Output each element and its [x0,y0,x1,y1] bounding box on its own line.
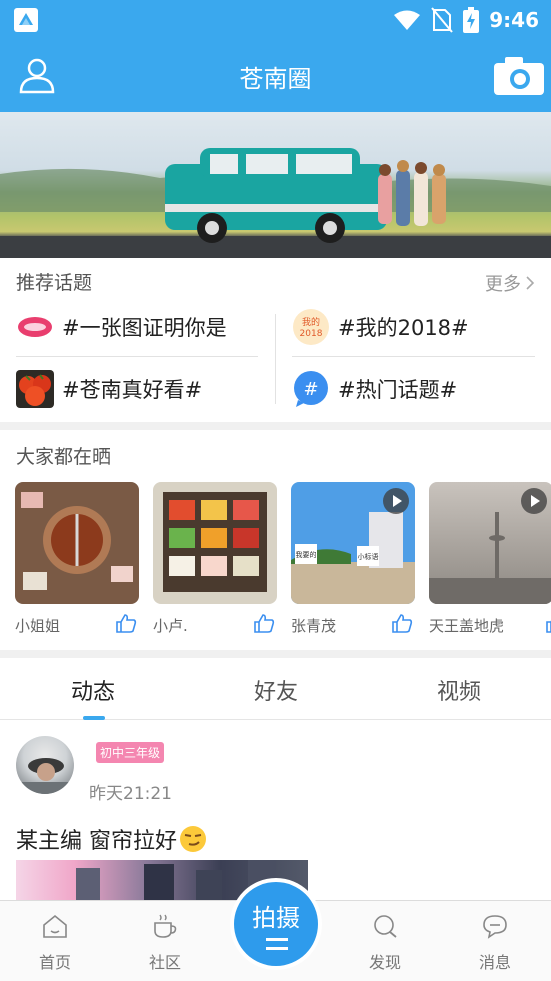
menu-lines-icon [266,938,288,950]
chevron-right-icon [526,276,535,290]
topic-item[interactable]: #一张图证明你是 [16,308,227,346]
nav-community[interactable]: 社区 [125,913,205,973]
smirk-emoji-icon [180,826,206,852]
play-icon [521,488,547,514]
grade-badge: 初中三年级 [96,742,165,763]
no-sim-icon [431,7,454,33]
nav-home[interactable]: 首页 [15,913,95,973]
topic-label: #我的2018# [338,316,469,340]
title-bar: 苍南圈 [0,40,551,112]
shoot-button[interactable]: 拍摄 [230,878,322,970]
more-link[interactable]: 更多 [485,270,535,296]
svg-text:我的: 我的 [302,316,320,328]
section-title: 推荐话题 [16,272,93,294]
lips-thumbnail [16,308,54,346]
share-card[interactable]: 天王盖地虎 [429,482,551,635]
active-tab-indicator [83,716,105,720]
tab-videos[interactable]: 视频 [399,674,519,706]
nav-label: 消息 [478,953,511,972]
divider [16,356,258,357]
van [165,148,387,243]
feed-section: 动态 好友 视频 初中三年级 昨天21:21 某主编 窗帘拉好 [0,658,551,908]
battery-charging-icon [463,7,480,33]
chat-bubble-icon [483,915,507,939]
like-thumb-icon[interactable] [545,612,551,634]
svg-text:#: # [303,379,318,400]
nav-label: 发现 [368,953,401,972]
topic-item[interactable]: # #热门话题# [292,370,457,408]
like-thumb-icon[interactable] [391,612,413,634]
status-time: 9:46 [489,8,539,32]
post-timestamp: 昨天21:21 [89,784,172,804]
share-card-image [15,482,139,604]
van-scene-illustration [0,148,551,258]
topic-item[interactable]: 我的 2018 #我的2018# [292,308,469,346]
svg-text:2018: 2018 [300,329,323,339]
share-card-author: 天王盖地虎 [429,617,505,635]
topic-label: #苍南真好看# [62,378,203,402]
nav-messages[interactable]: 消息 [455,913,535,973]
share-card[interactable]: 小姐姐 [15,482,139,635]
post-text: 某主编 窗帘拉好 [16,829,177,854]
home-icon [43,914,67,938]
nav-label: 社区 [148,953,181,972]
share-card-image: 我要的 小标语 [291,482,415,604]
share-card-image [429,482,551,604]
feed-tabs: 动态 好友 视频 [0,658,551,720]
topic-label: #热门话题# [338,378,458,402]
nav-label: 首页 [38,953,71,972]
discover-search-icon [374,915,397,938]
status-bar: 9:46 [0,0,551,40]
coffee-cup-icon [154,914,177,938]
tab-dynamics[interactable]: 动态 [33,674,153,706]
topic-label: #一张图证明你是 [62,316,227,340]
like-thumb-icon[interactable] [253,612,275,634]
app-notification-icon [14,8,38,32]
my-2018-thumbnail: 我的 2018 [293,309,329,345]
recommended-topics-section: 推荐话题 更多 #一张图证明你是 我的 2018 #我的2018# #苍南真好看… [0,258,551,422]
wifi-icon [394,10,421,30]
more-label: 更多 [485,274,521,295]
topic-item[interactable]: #苍南真好看# [16,370,202,408]
everyone-sharing-section: 大家都在晒 小姐姐 小卢. 我要的 小标语 张青茂 天王盖地虎 [0,430,551,650]
banner-image[interactable] [0,112,551,258]
shoot-label: 拍摄 [252,904,300,932]
post-content[interactable]: 某主编 窗帘拉好 [16,823,207,855]
share-card-author: 小姐姐 [15,617,61,635]
share-card-author: 张青茂 [291,617,337,635]
play-icon [383,488,409,514]
share-card-author: 小卢. [153,617,188,635]
tab-friends[interactable]: 好友 [216,674,336,706]
sign-text: 我要的 [296,550,317,559]
page-title: 苍南圈 [239,65,312,93]
section-title: 大家都在晒 [16,446,112,468]
tomato-thumbnail [16,370,54,408]
share-card-image [153,482,277,604]
camera-icon[interactable] [493,55,545,97]
sign-text: 小标语 [358,552,379,561]
divider [292,356,535,357]
nav-discover[interactable]: 发现 [345,913,425,973]
divider [275,314,276,404]
avatar[interactable] [16,736,74,794]
hashtag-bubble-icon: # [294,371,328,407]
like-thumb-icon[interactable] [115,612,137,634]
share-card[interactable]: 小卢. [153,482,277,635]
share-card[interactable]: 我要的 小标语 张青茂 [291,482,415,635]
